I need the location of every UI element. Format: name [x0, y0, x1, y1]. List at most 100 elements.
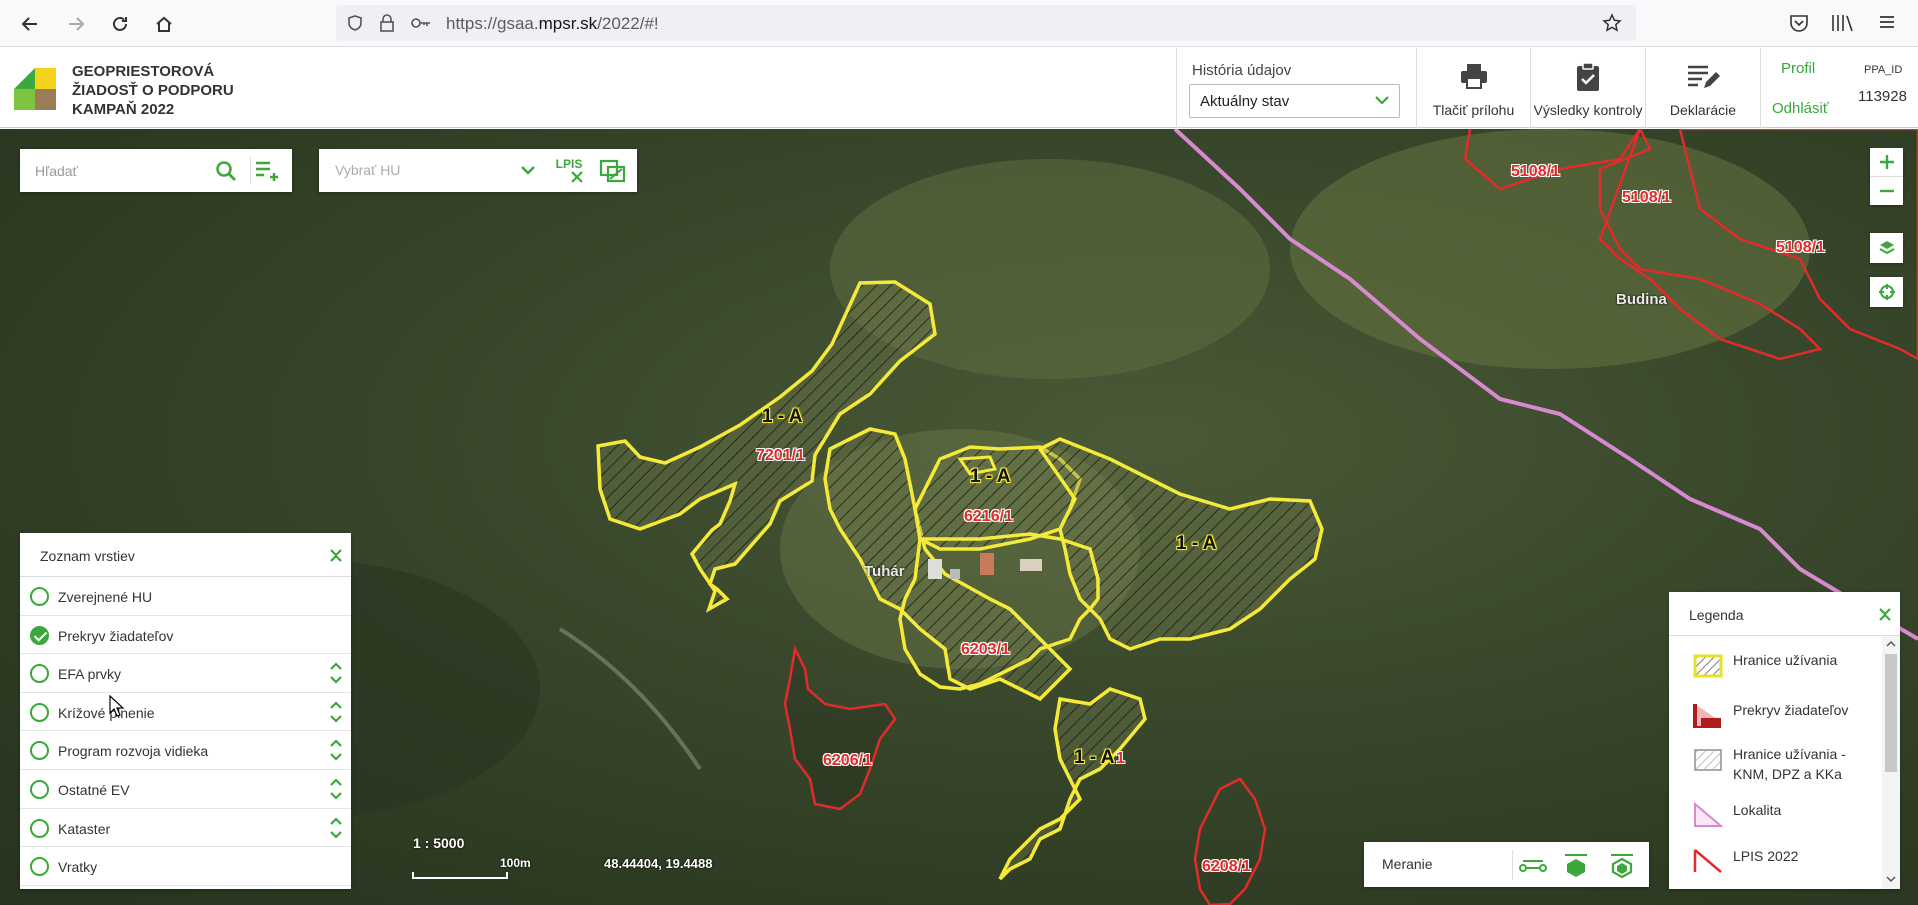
ppa-id-value: 113928: [1858, 88, 1907, 105]
layers-toggle-button[interactable]: [1870, 233, 1903, 263]
lock-icon: [380, 14, 394, 32]
browser-toolbar: https://gsaa.mpsr.sk/2022/#!: [0, 0, 1918, 47]
block-label: 1 - A: [1176, 533, 1217, 554]
back-icon[interactable]: [16, 10, 44, 38]
chevron-down-icon[interactable]: [519, 161, 537, 179]
place-label: Budina: [1616, 291, 1667, 308]
measure-label: Meranie: [1382, 856, 1433, 872]
layer-list: Zverejnené HU Prekryv žiadateľov EFA prvky…: [20, 577, 351, 886]
layer-row[interactable]: Prekryv žiadateľov: [20, 616, 351, 655]
crosshair-icon: [1878, 284, 1895, 300]
reorder-icon[interactable]: [329, 700, 343, 724]
legend-panel-header[interactable]: Legenda: [1669, 592, 1900, 636]
use-boundary-knm-symbol: [1694, 749, 1722, 771]
print-attachment-button[interactable]: Tlačiť prílohu: [1416, 48, 1530, 128]
logout-link[interactable]: Odhlásiť: [1772, 100, 1828, 117]
layer-row[interactable]: Program rozvoja vidieka: [20, 731, 351, 770]
legend-item-locality: Lokalita: [1693, 796, 1883, 836]
layer-toggle-radio[interactable]: [30, 857, 49, 877]
layer-label: Program rozvoja vidieka: [58, 743, 209, 760]
profile-section: Profil Odhlásiť PPA_ID 113928: [1760, 48, 1918, 128]
legend-item-use-boundary: Hranice užívania: [1693, 646, 1883, 686]
history-select[interactable]: Aktuálny stav: [1189, 84, 1400, 118]
forward-icon[interactable]: [62, 10, 90, 38]
legend-item-lpis: LPIS 2022: [1693, 842, 1883, 882]
layer-label: Zverejnené HU: [58, 589, 153, 605]
ppa-id-label: PPA_ID: [1864, 64, 1903, 76]
layer-toggle-radio[interactable]: [30, 818, 49, 838]
collapse-icon[interactable]: [1878, 605, 1892, 625]
hu-select[interactable]: Vybrať HU: [335, 162, 400, 178]
legend-scroll-thumb[interactable]: [1885, 654, 1897, 772]
layer-row[interactable]: Zverejnené HU: [20, 577, 351, 616]
layer-row[interactable]: Kataster: [20, 809, 351, 848]
place-label: Tuhár: [864, 563, 905, 580]
measure-distance-icon[interactable]: [1512, 850, 1552, 880]
layers-panel-header[interactable]: Zoznam vrstiev: [20, 533, 351, 577]
app-logo[interactable]: [14, 68, 56, 110]
overlap-toggle-icon[interactable]: [597, 157, 629, 185]
zoom-out-button[interactable]: [1870, 176, 1903, 204]
list-edit-icon: [1688, 65, 1720, 88]
block-label: 1 - A: [970, 466, 1011, 487]
chevron-down-icon: [1375, 96, 1389, 105]
history-label: História údajov: [1192, 62, 1292, 79]
library-icon[interactable]: [1830, 12, 1856, 34]
layer-row[interactable]: EFA prvky: [20, 654, 351, 693]
legend-scrollbar[interactable]: [1882, 636, 1900, 889]
menu-icon[interactable]: [1877, 12, 1897, 32]
reorder-icon[interactable]: [329, 816, 343, 840]
bookmark-star-icon[interactable]: [1602, 13, 1622, 33]
layer-label: Krížové plnenie: [58, 704, 155, 721]
search-input[interactable]: [20, 149, 210, 192]
layers-panel: Zoznam vrstiev Zverejnené HU Prekryv žiad…: [20, 533, 351, 889]
locate-button[interactable]: [1870, 277, 1903, 307]
measure-area-icon[interactable]: [1556, 849, 1596, 881]
map-canvas[interactable]: 1 - A 7201/1 1 - A 6216/1 1 - A 6203/1 6…: [0, 129, 1918, 905]
reorder-icon[interactable]: [329, 661, 343, 685]
url-bar[interactable]: https://gsaa.mpsr.sk/2022/#!: [336, 5, 1636, 41]
layer-toggle-radio[interactable]: [30, 625, 49, 645]
block-label: 1 - A: [762, 406, 803, 427]
reload-icon[interactable]: [106, 10, 134, 38]
control-results-button[interactable]: Výsledky kontroly: [1530, 48, 1645, 128]
home-icon[interactable]: [150, 10, 178, 38]
scroll-down-icon[interactable]: [1886, 874, 1896, 884]
hu-selector: Vybrať HU LPIS: [319, 149, 637, 192]
layer-label: Vratky: [58, 859, 98, 876]
layer-toggle-radio[interactable]: [30, 779, 49, 799]
reorder-icon[interactable]: [329, 777, 343, 801]
forest-road: [558, 627, 702, 771]
layer-row[interactable]: Vratky: [20, 847, 351, 886]
url-text: https://gsaa.mpsr.sk/2022/#!: [446, 14, 659, 33]
block-label: 1 - A: [1074, 747, 1115, 768]
pocket-icon[interactable]: [1788, 12, 1810, 34]
collapse-icon[interactable]: [329, 546, 343, 566]
parcel-label: 6216/1: [964, 508, 1013, 525]
layer-label: EFA prvky: [58, 666, 122, 683]
layer-toggle-radio[interactable]: [30, 587, 49, 606]
layer-toggle-radio[interactable]: [30, 664, 49, 684]
lpis-clear-button[interactable]: LPIS: [551, 155, 587, 187]
reorder-icon[interactable]: [329, 738, 343, 762]
parcel-label: 7201/1: [756, 447, 805, 464]
scroll-up-icon[interactable]: [1886, 639, 1896, 649]
zoom-in-button[interactable]: [1870, 148, 1903, 176]
scale-bar: [412, 872, 508, 879]
parcel-label: 5108/1: [1776, 239, 1825, 256]
overlap-symbol: [1693, 704, 1721, 728]
history-section: História údajov Aktuálny stav: [1176, 48, 1416, 128]
measure-perimeter-icon[interactable]: [1602, 849, 1642, 881]
shield-icon: [348, 15, 362, 31]
profile-link[interactable]: Profil: [1781, 60, 1815, 77]
building: [980, 553, 994, 575]
layer-toggle-radio[interactable]: [30, 702, 49, 722]
layer-row[interactable]: Krížové plnenie: [20, 693, 351, 732]
layer-row[interactable]: Ostatné EV: [20, 770, 351, 809]
clipboard-check-icon: [1577, 62, 1599, 91]
legend-item-use-boundary-knm: Hranice užívania - KNM, DPZ a KKa: [1693, 740, 1883, 782]
declarations-button[interactable]: Deklarácie: [1645, 48, 1760, 128]
layer-toggle-radio[interactable]: [30, 741, 49, 761]
search-list-icon[interactable]: [250, 157, 282, 185]
search-icon[interactable]: [214, 159, 238, 183]
